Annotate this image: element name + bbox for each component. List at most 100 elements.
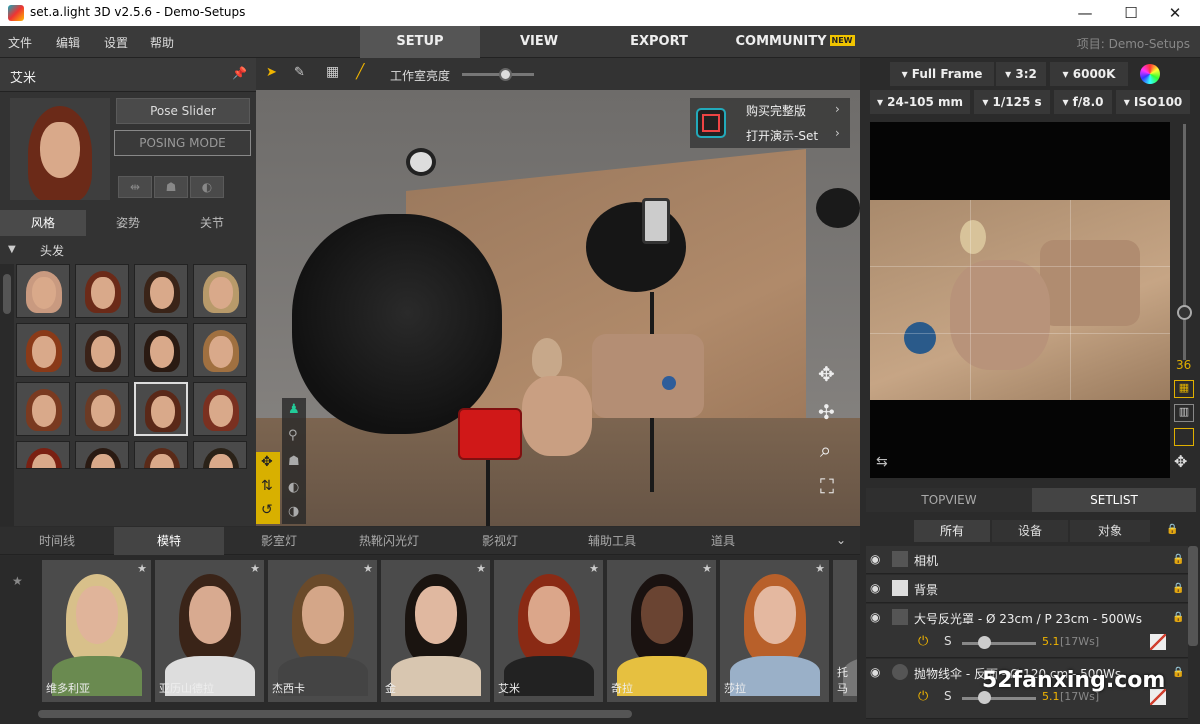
visibility-eye-icon[interactable]: ◉ bbox=[870, 581, 880, 595]
right-light[interactable] bbox=[816, 188, 860, 228]
hair-style-item[interactable] bbox=[134, 264, 188, 318]
hair-style-item[interactable] bbox=[16, 382, 70, 436]
menu-help[interactable]: 帮助 bbox=[150, 34, 174, 51]
head-icon[interactable]: ◐ bbox=[288, 480, 299, 495]
visibility-eye-icon[interactable]: ◉ bbox=[870, 610, 880, 624]
hair-style-item[interactable] bbox=[75, 323, 129, 377]
hair-style-item[interactable] bbox=[193, 264, 247, 318]
hair-style-item[interactable] bbox=[134, 382, 188, 436]
tab-film-lights[interactable]: 影视灯 bbox=[444, 527, 556, 555]
collapse-panel-icon[interactable]: ⌄ bbox=[836, 533, 846, 547]
camera-preview[interactable]: ⇆ bbox=[870, 122, 1170, 478]
brightness-slider-knob[interactable] bbox=[499, 68, 513, 81]
mirror-pose-icon[interactable]: ⇹ bbox=[118, 176, 152, 198]
kelvin-dropdown[interactable]: ▾ 6000K bbox=[1050, 62, 1128, 86]
gel-none-icon[interactable] bbox=[1150, 634, 1166, 650]
hair-style-item[interactable] bbox=[193, 323, 247, 377]
model-card[interactable]: ★ 亚历山德拉 bbox=[155, 560, 264, 702]
grid-overlay-icon[interactable]: ▦ bbox=[1174, 380, 1194, 398]
favorite-star-icon[interactable]: ★ bbox=[815, 562, 825, 575]
visibility-eye-icon[interactable]: ◉ bbox=[870, 665, 880, 679]
power-slider-track[interactable] bbox=[962, 697, 1036, 700]
lens-dropdown[interactable]: ▾ 24-105 mm bbox=[870, 90, 970, 114]
softbox-flash-head[interactable] bbox=[406, 148, 436, 176]
tab-timeline[interactable]: 时间线 bbox=[0, 527, 114, 555]
lock-icon[interactable]: 🔒 bbox=[1172, 667, 1184, 678]
tab-setup[interactable]: SETUP bbox=[360, 26, 480, 58]
tab-studio-lights[interactable]: 影室灯 bbox=[224, 527, 334, 555]
open-demo-set-link[interactable]: 打开演示-Set bbox=[746, 127, 818, 144]
rotate-icon[interactable]: ↺ bbox=[261, 502, 273, 518]
large-softbox-light[interactable] bbox=[292, 214, 502, 434]
zoom-slider-knob[interactable] bbox=[1177, 305, 1192, 320]
filter-objects[interactable]: 对象 bbox=[1070, 520, 1150, 542]
tab-models[interactable]: 模特 bbox=[114, 527, 224, 555]
model-card[interactable]: ★ 金 bbox=[381, 560, 490, 702]
hair-style-item[interactable] bbox=[134, 323, 188, 377]
hair-style-item[interactable] bbox=[75, 264, 129, 318]
favorite-star-icon[interactable]: ★ bbox=[363, 562, 373, 575]
head-turn-icon[interactable]: ◐ bbox=[190, 176, 224, 198]
favorite-star-icon[interactable]: ★ bbox=[137, 562, 147, 575]
lock-icon[interactable]: 🔒 bbox=[1172, 583, 1184, 594]
zoom-slider-track[interactable] bbox=[1183, 124, 1186, 360]
menu-file[interactable]: 文件 bbox=[8, 34, 32, 51]
setlist-item-background[interactable]: ◉ 背景 🔒 bbox=[866, 575, 1188, 603]
filter-equipment[interactable]: 设备 bbox=[992, 520, 1068, 542]
model-card[interactable]: ★ 莎拉 bbox=[720, 560, 829, 702]
reflector-flash-head[interactable] bbox=[642, 198, 670, 244]
armchair[interactable] bbox=[592, 334, 704, 418]
reflector-dish-light[interactable] bbox=[586, 202, 686, 292]
setlist-scrollbar[interactable] bbox=[1188, 546, 1198, 646]
ratio-dropdown[interactable]: ▾ 3:2 bbox=[996, 62, 1046, 86]
power-slider-knob[interactable] bbox=[978, 636, 991, 649]
pose-slider-button[interactable]: Pose Slider bbox=[116, 98, 250, 124]
power-icon[interactable]: ⏻ bbox=[918, 634, 928, 649]
menu-edit[interactable]: 编辑 bbox=[56, 34, 80, 51]
collapse-arrow-icon[interactable]: ▼ bbox=[8, 244, 16, 255]
filter-all[interactable]: 所有 bbox=[914, 520, 990, 542]
lock-icon[interactable]: 🔒 bbox=[1172, 554, 1184, 565]
move-camera-icon[interactable]: ✥ bbox=[1174, 452, 1187, 471]
body-icon[interactable]: ⚲ bbox=[288, 428, 298, 443]
pin-icon[interactable]: 📌 bbox=[232, 66, 247, 80]
line-tool-icon[interactable]: ╱ bbox=[356, 64, 364, 80]
pose-icon[interactable]: ☗ bbox=[288, 454, 300, 469]
eye-direction-icon[interactable]: ◑ bbox=[288, 504, 299, 519]
tab-export[interactable]: EXPORT bbox=[598, 26, 720, 58]
minimize-button[interactable]: — bbox=[1062, 2, 1108, 24]
height-icon[interactable]: ⇅ bbox=[261, 478, 273, 494]
buy-full-version-link[interactable]: 购买完整版 bbox=[746, 102, 806, 119]
select-cursor-icon[interactable]: ➤ bbox=[266, 65, 277, 80]
pose-figure-icon[interactable]: ☗ bbox=[154, 176, 188, 198]
model-body[interactable] bbox=[522, 376, 592, 456]
subtab-joints[interactable]: 关节 bbox=[170, 210, 254, 236]
scrollbar-thumb[interactable] bbox=[3, 274, 11, 314]
tab-props[interactable]: 道具 bbox=[668, 527, 778, 555]
move-icon[interactable]: ✥ bbox=[261, 454, 273, 470]
model-card[interactable]: ★ 维多利亚 bbox=[42, 560, 151, 702]
hair-style-item[interactable] bbox=[134, 441, 188, 469]
power-icon[interactable]: ⏻ bbox=[918, 689, 928, 704]
hair-style-item[interactable] bbox=[75, 441, 129, 469]
favorite-star-icon[interactable]: ★ bbox=[250, 562, 260, 575]
swap-icon[interactable]: ⇆ bbox=[876, 454, 888, 470]
posing-mode-button[interactable]: POSING MODE bbox=[114, 130, 251, 156]
menu-settings[interactable]: 设置 bbox=[104, 34, 128, 51]
camera-object[interactable] bbox=[458, 408, 522, 460]
hair-style-item[interactable] bbox=[16, 264, 70, 318]
power-slider-track[interactable] bbox=[962, 642, 1036, 645]
grid-icon[interactable]: ▦ bbox=[326, 64, 339, 80]
tab-view[interactable]: VIEW bbox=[480, 26, 598, 58]
tab-setlist[interactable]: SETLIST bbox=[1032, 488, 1196, 512]
histogram-icon[interactable]: ▥ bbox=[1174, 404, 1194, 422]
iso-dropdown[interactable]: ▾ ISO100 bbox=[1116, 90, 1190, 114]
tab-helpers[interactable]: 辅助工具 bbox=[556, 527, 668, 555]
tab-topview[interactable]: TOPVIEW bbox=[866, 488, 1032, 512]
maximize-button[interactable]: ☐ bbox=[1108, 2, 1154, 24]
visibility-eye-icon[interactable]: ◉ bbox=[870, 552, 880, 566]
person-icon[interactable]: ♟ bbox=[288, 402, 300, 417]
model-card[interactable]: ★ 艾米 bbox=[494, 560, 603, 702]
model-card[interactable]: 托马 bbox=[833, 560, 857, 702]
lock-icon[interactable]: 🔒 bbox=[1172, 612, 1184, 623]
